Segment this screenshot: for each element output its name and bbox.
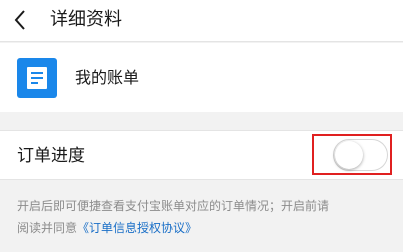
page-title: 详细资料: [50, 9, 122, 30]
description-line-1: 开启后即可便捷查看支付宝账单对应的订单情况；开启前请: [17, 199, 330, 213]
my-bill-label: 我的账单: [75, 68, 140, 87]
description-line-2: 阅读并同意《订单信息授权协议》: [17, 217, 395, 239]
order-progress-description: 开启后即可便捷查看支付宝账单对应的订单情况；开启前请 阅读并同意《订单信息授权协…: [17, 195, 395, 239]
back-button[interactable]: [8, 6, 34, 34]
bill-document-icon: [17, 58, 57, 98]
navigation-bar: 详细资料: [0, 0, 403, 42]
order-progress-label: 订单进度: [17, 146, 85, 166]
my-bill-row[interactable]: 我的账单: [0, 43, 403, 112]
agreement-link[interactable]: 《订单信息授权协议》: [77, 221, 197, 235]
description-agree-text: 阅读并同意: [17, 221, 78, 235]
chevron-left-icon: [14, 10, 25, 30]
order-progress-row: 订单进度: [0, 130, 403, 180]
toggle-knob: [335, 141, 363, 169]
order-progress-toggle[interactable]: [333, 139, 388, 171]
